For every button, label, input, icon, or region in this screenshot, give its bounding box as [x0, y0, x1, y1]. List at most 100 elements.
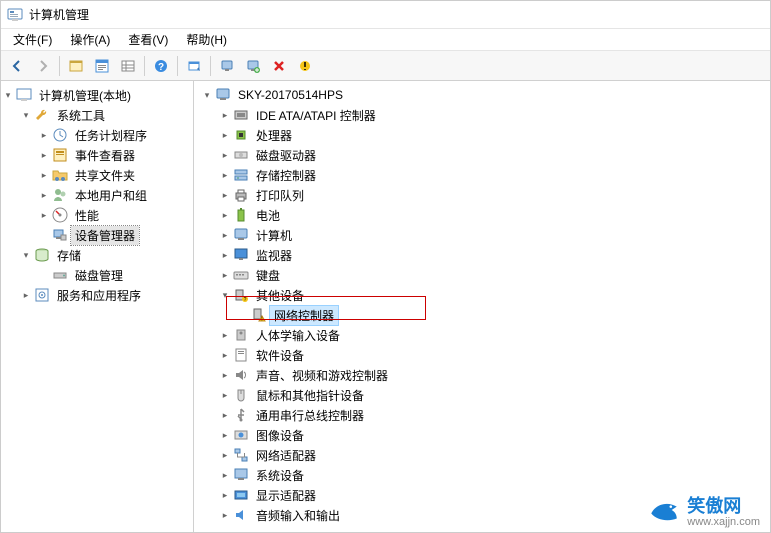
chevron-right-icon[interactable]: ▸ [218, 148, 232, 162]
chevron-right-icon[interactable]: ▸ [218, 248, 232, 262]
keyboard-icon [233, 267, 249, 283]
refresh-button[interactable] [182, 54, 206, 78]
menu-file[interactable]: 文件(F) [5, 29, 60, 50]
device-print-queue[interactable]: ▸ 打印队列 [218, 185, 770, 205]
view-list-button[interactable] [116, 54, 140, 78]
chevron-right-icon[interactable]: ▸ [218, 188, 232, 202]
chevron-right-icon[interactable]: ▸ [218, 268, 232, 282]
chevron-right-icon[interactable]: ▸ [37, 128, 51, 142]
tree-task-scheduler[interactable]: ▸ 任务计划程序 [37, 125, 193, 145]
tree-label: SKY-20170514HPS [234, 87, 347, 103]
shared-folder-icon [52, 167, 68, 183]
chevron-down-icon[interactable]: ▾ [1, 88, 15, 102]
menu-action[interactable]: 操作(A) [62, 29, 118, 50]
device-mouse[interactable]: ▸ 鼠标和其他指针设备 [218, 385, 770, 405]
device-cpu[interactable]: ▸处理器 [218, 125, 770, 145]
disk-icon [52, 267, 68, 283]
tree-services-apps[interactable]: ▸ 服务和应用程序 [19, 285, 193, 305]
right-pane: ▾ SKY-20170514HPS ▸ IDE ATA/ATAPI 控制器 ▸处理… [194, 81, 770, 532]
tree-label: 显示适配器 [252, 486, 320, 505]
device-imaging[interactable]: ▸ 图像设备 [218, 425, 770, 445]
device-system[interactable]: ▸系统设备 [218, 465, 770, 485]
chevron-right-icon[interactable]: ▸ [218, 408, 232, 422]
chevron-right-icon[interactable]: ▸ [218, 208, 232, 222]
menubar: 文件(F) 操作(A) 查看(V) 帮助(H) [1, 29, 770, 51]
tree-label: 设备管理器 [71, 226, 139, 245]
tree-shared-folders[interactable]: ▸ 共享文件夹 [37, 165, 193, 185]
chevron-down-icon[interactable]: ▾ [19, 248, 33, 262]
chevron-right-icon[interactable]: ▸ [218, 328, 232, 342]
splitter: ▾ 计算机管理(本地) ▾ 系统工具 ▸ 任务计划程序 ▸事件查看器 [1, 81, 770, 532]
chevron-down-icon[interactable]: ▾ [19, 108, 33, 122]
device-sound[interactable]: ▸声音、视频和游戏控制器 [218, 365, 770, 385]
chevron-right-icon[interactable]: ▸ [37, 168, 51, 182]
tree-event-viewer[interactable]: ▸事件查看器 [37, 145, 193, 165]
menu-help[interactable]: 帮助(H) [178, 29, 235, 50]
device-net-adapter[interactable]: ▸网络适配器 [218, 445, 770, 465]
window-title: 计算机管理 [29, 6, 89, 23]
tree-label: 任务计划程序 [71, 126, 151, 145]
device-usb[interactable]: ▸通用串行总线控制器 [218, 405, 770, 425]
scan-hardware-button[interactable] [215, 54, 239, 78]
device-ide[interactable]: ▸ IDE ATA/ATAPI 控制器 [218, 105, 770, 125]
device-software[interactable]: ▸ 软件设备 [218, 345, 770, 365]
tree-label: 鼠标和其他指针设备 [252, 386, 368, 405]
chevron-right-icon[interactable]: ▸ [218, 488, 232, 502]
tree-label: 打印队列 [252, 186, 308, 205]
chevron-right-icon[interactable]: ▸ [218, 128, 232, 142]
tree-performance[interactable]: ▸性能 [37, 205, 193, 225]
tree-label: 计算机 [252, 226, 296, 245]
tree-local-users[interactable]: ▸ 本地用户和组 [37, 185, 193, 205]
tree-label: 软件设备 [252, 346, 308, 365]
tree-label: 共享文件夹 [71, 166, 139, 185]
tree-label: 本地用户和组 [71, 186, 151, 205]
chevron-right-icon[interactable]: ▸ [218, 168, 232, 182]
chevron-right-icon[interactable]: ▸ [218, 428, 232, 442]
tree-root-local[interactable]: ▾ 计算机管理(本地) [1, 85, 193, 105]
chevron-right-icon[interactable]: ▸ [218, 368, 232, 382]
device-root[interactable]: ▾ SKY-20170514HPS [200, 85, 770, 105]
tree-label: 系统工具 [53, 106, 109, 125]
chevron-right-icon[interactable]: ▸ [218, 388, 232, 402]
disable-device-button[interactable] [293, 54, 317, 78]
tree-device-manager[interactable]: ▸设备管理器 [37, 225, 193, 245]
chevron-right-icon[interactable]: ▸ [218, 348, 232, 362]
back-button[interactable] [5, 54, 29, 78]
device-battery[interactable]: ▸电池 [218, 205, 770, 225]
chevron-down-icon[interactable]: ▾ [218, 288, 232, 302]
chevron-right-icon[interactable]: ▸ [218, 448, 232, 462]
device-computer[interactable]: ▸ 计算机 [218, 225, 770, 245]
forward-button[interactable] [31, 54, 55, 78]
chevron-right-icon[interactable]: ▸ [37, 188, 51, 202]
chevron-right-icon[interactable]: ▸ [218, 228, 232, 242]
tree-label: 磁盘驱动器 [252, 146, 320, 165]
tree-label: 音频输入和输出 [252, 506, 344, 525]
device-keyboard[interactable]: ▸键盘 [218, 265, 770, 285]
tree-label: 图像设备 [252, 426, 308, 445]
chevron-right-icon[interactable]: ▸ [19, 288, 33, 302]
help-button[interactable]: ? [149, 54, 173, 78]
device-network-controller[interactable]: ▸!网络控制器 [236, 305, 770, 325]
device-other[interactable]: ▾?其他设备 [218, 285, 770, 305]
device-disk-drives[interactable]: ▸ 磁盘驱动器 [218, 145, 770, 165]
menu-view[interactable]: 查看(V) [120, 29, 176, 50]
tree-label: 服务和应用程序 [53, 286, 145, 305]
show-hide-tree-button[interactable] [64, 54, 88, 78]
tree-disk-mgmt[interactable]: ▸磁盘管理 [37, 265, 193, 285]
uninstall-device-button[interactable] [267, 54, 291, 78]
properties-button[interactable] [90, 54, 114, 78]
chevron-right-icon[interactable]: ▸ [218, 508, 232, 522]
device-storage-ctrl[interactable]: ▸存储控制器 [218, 165, 770, 185]
device-monitor[interactable]: ▸监视器 [218, 245, 770, 265]
chevron-right-icon[interactable]: ▸ [37, 148, 51, 162]
tree-label: IDE ATA/ATAPI 控制器 [252, 106, 380, 125]
chevron-down-icon[interactable]: ▾ [200, 88, 214, 102]
computer-mgmt-icon [16, 87, 32, 103]
chevron-right-icon[interactable]: ▸ [37, 208, 51, 222]
tree-system-tools[interactable]: ▾ 系统工具 [19, 105, 193, 125]
chevron-right-icon[interactable]: ▸ [218, 468, 232, 482]
device-hid[interactable]: ▸人体学输入设备 [218, 325, 770, 345]
tree-storage[interactable]: ▾ 存储 [19, 245, 193, 265]
update-driver-button[interactable] [241, 54, 265, 78]
chevron-right-icon[interactable]: ▸ [218, 108, 232, 122]
